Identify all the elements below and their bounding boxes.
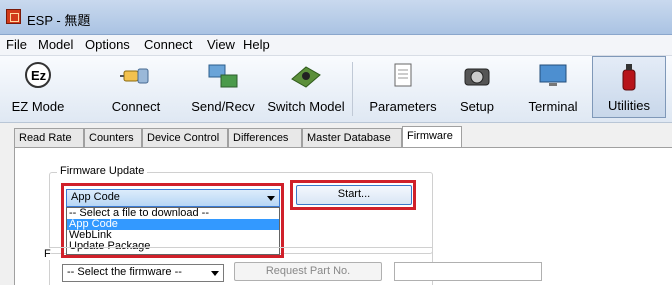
tab-read-rate[interactable]: Read Rate xyxy=(14,128,84,147)
switch-model-label: Switch Model xyxy=(267,99,345,114)
parameters-label: Parameters xyxy=(369,99,437,114)
menu-model[interactable]: Model xyxy=(38,37,73,52)
part-no-field[interactable] xyxy=(394,262,542,281)
fire-extinguisher-icon xyxy=(622,64,636,91)
connect-button[interactable]: Connect xyxy=(103,56,169,118)
terminal-button[interactable]: Terminal xyxy=(518,56,588,118)
tab-firmware[interactable]: Firmware xyxy=(402,126,462,147)
start-highlight-box xyxy=(290,180,416,210)
tab-counters[interactable]: Counters xyxy=(84,128,142,147)
ez-icon: Ez xyxy=(25,62,51,88)
send-recv-button[interactable]: Send/Recv xyxy=(185,56,261,118)
menu-view[interactable]: View xyxy=(207,37,235,52)
menu-options[interactable]: Options xyxy=(85,37,130,52)
parameters-button[interactable]: Parameters xyxy=(364,56,442,118)
menu-file[interactable]: File xyxy=(6,37,27,52)
device-icon xyxy=(291,66,321,88)
tab-strip: Read Rate Counters Device Control Differ… xyxy=(14,126,672,148)
plug-icon xyxy=(120,68,149,84)
connect-label: Connect xyxy=(111,99,161,114)
chevron-down-icon[interactable] xyxy=(211,271,219,276)
title-bar: ESP - 無題 xyxy=(0,0,672,35)
firmware-select[interactable]: -- Select the firmware -- xyxy=(62,264,224,282)
monitor-icon xyxy=(539,64,567,86)
tab-differences[interactable]: Differences xyxy=(228,128,302,147)
window-title: ESP - 無題 xyxy=(27,13,91,28)
menu-connect[interactable]: Connect xyxy=(144,37,192,52)
menu-help[interactable]: Help xyxy=(243,37,270,52)
terminal-label: Terminal xyxy=(528,99,578,114)
setup-button[interactable]: Setup xyxy=(450,56,504,118)
utilities-label: Utilities xyxy=(608,98,650,113)
toolbar: Ez EZ Mode Connect Send/Recv Switch Mode… xyxy=(0,56,672,123)
send-recv-label: Send/Recv xyxy=(191,99,255,114)
app-icon xyxy=(6,9,21,24)
ez-mode-button[interactable]: Ez EZ Mode xyxy=(6,56,70,118)
request-part-no-button[interactable]: Request Part No. xyxy=(234,262,382,281)
toolbar-separator xyxy=(352,62,353,116)
firmware-part-group-title: F xyxy=(44,248,51,260)
ez-mode-label: EZ Mode xyxy=(11,99,65,114)
setup-label: Setup xyxy=(460,99,494,114)
switch-model-button[interactable]: Switch Model xyxy=(264,56,348,118)
menu-bar: File Model Options Connect View Help xyxy=(0,35,672,56)
firmware-select-value: -- Select the firmware -- xyxy=(67,266,182,278)
svg-text:Ez: Ez xyxy=(31,68,47,83)
tab-master-database[interactable]: Master Database xyxy=(302,128,402,147)
camera-icon xyxy=(464,68,490,86)
utilities-button[interactable]: Utilities xyxy=(592,56,666,118)
firmware-update-title: Firmware Update xyxy=(57,165,148,177)
document-icon xyxy=(394,63,412,87)
computer-transfer-icon xyxy=(208,64,238,88)
tab-device-control[interactable]: Device Control xyxy=(142,128,228,147)
